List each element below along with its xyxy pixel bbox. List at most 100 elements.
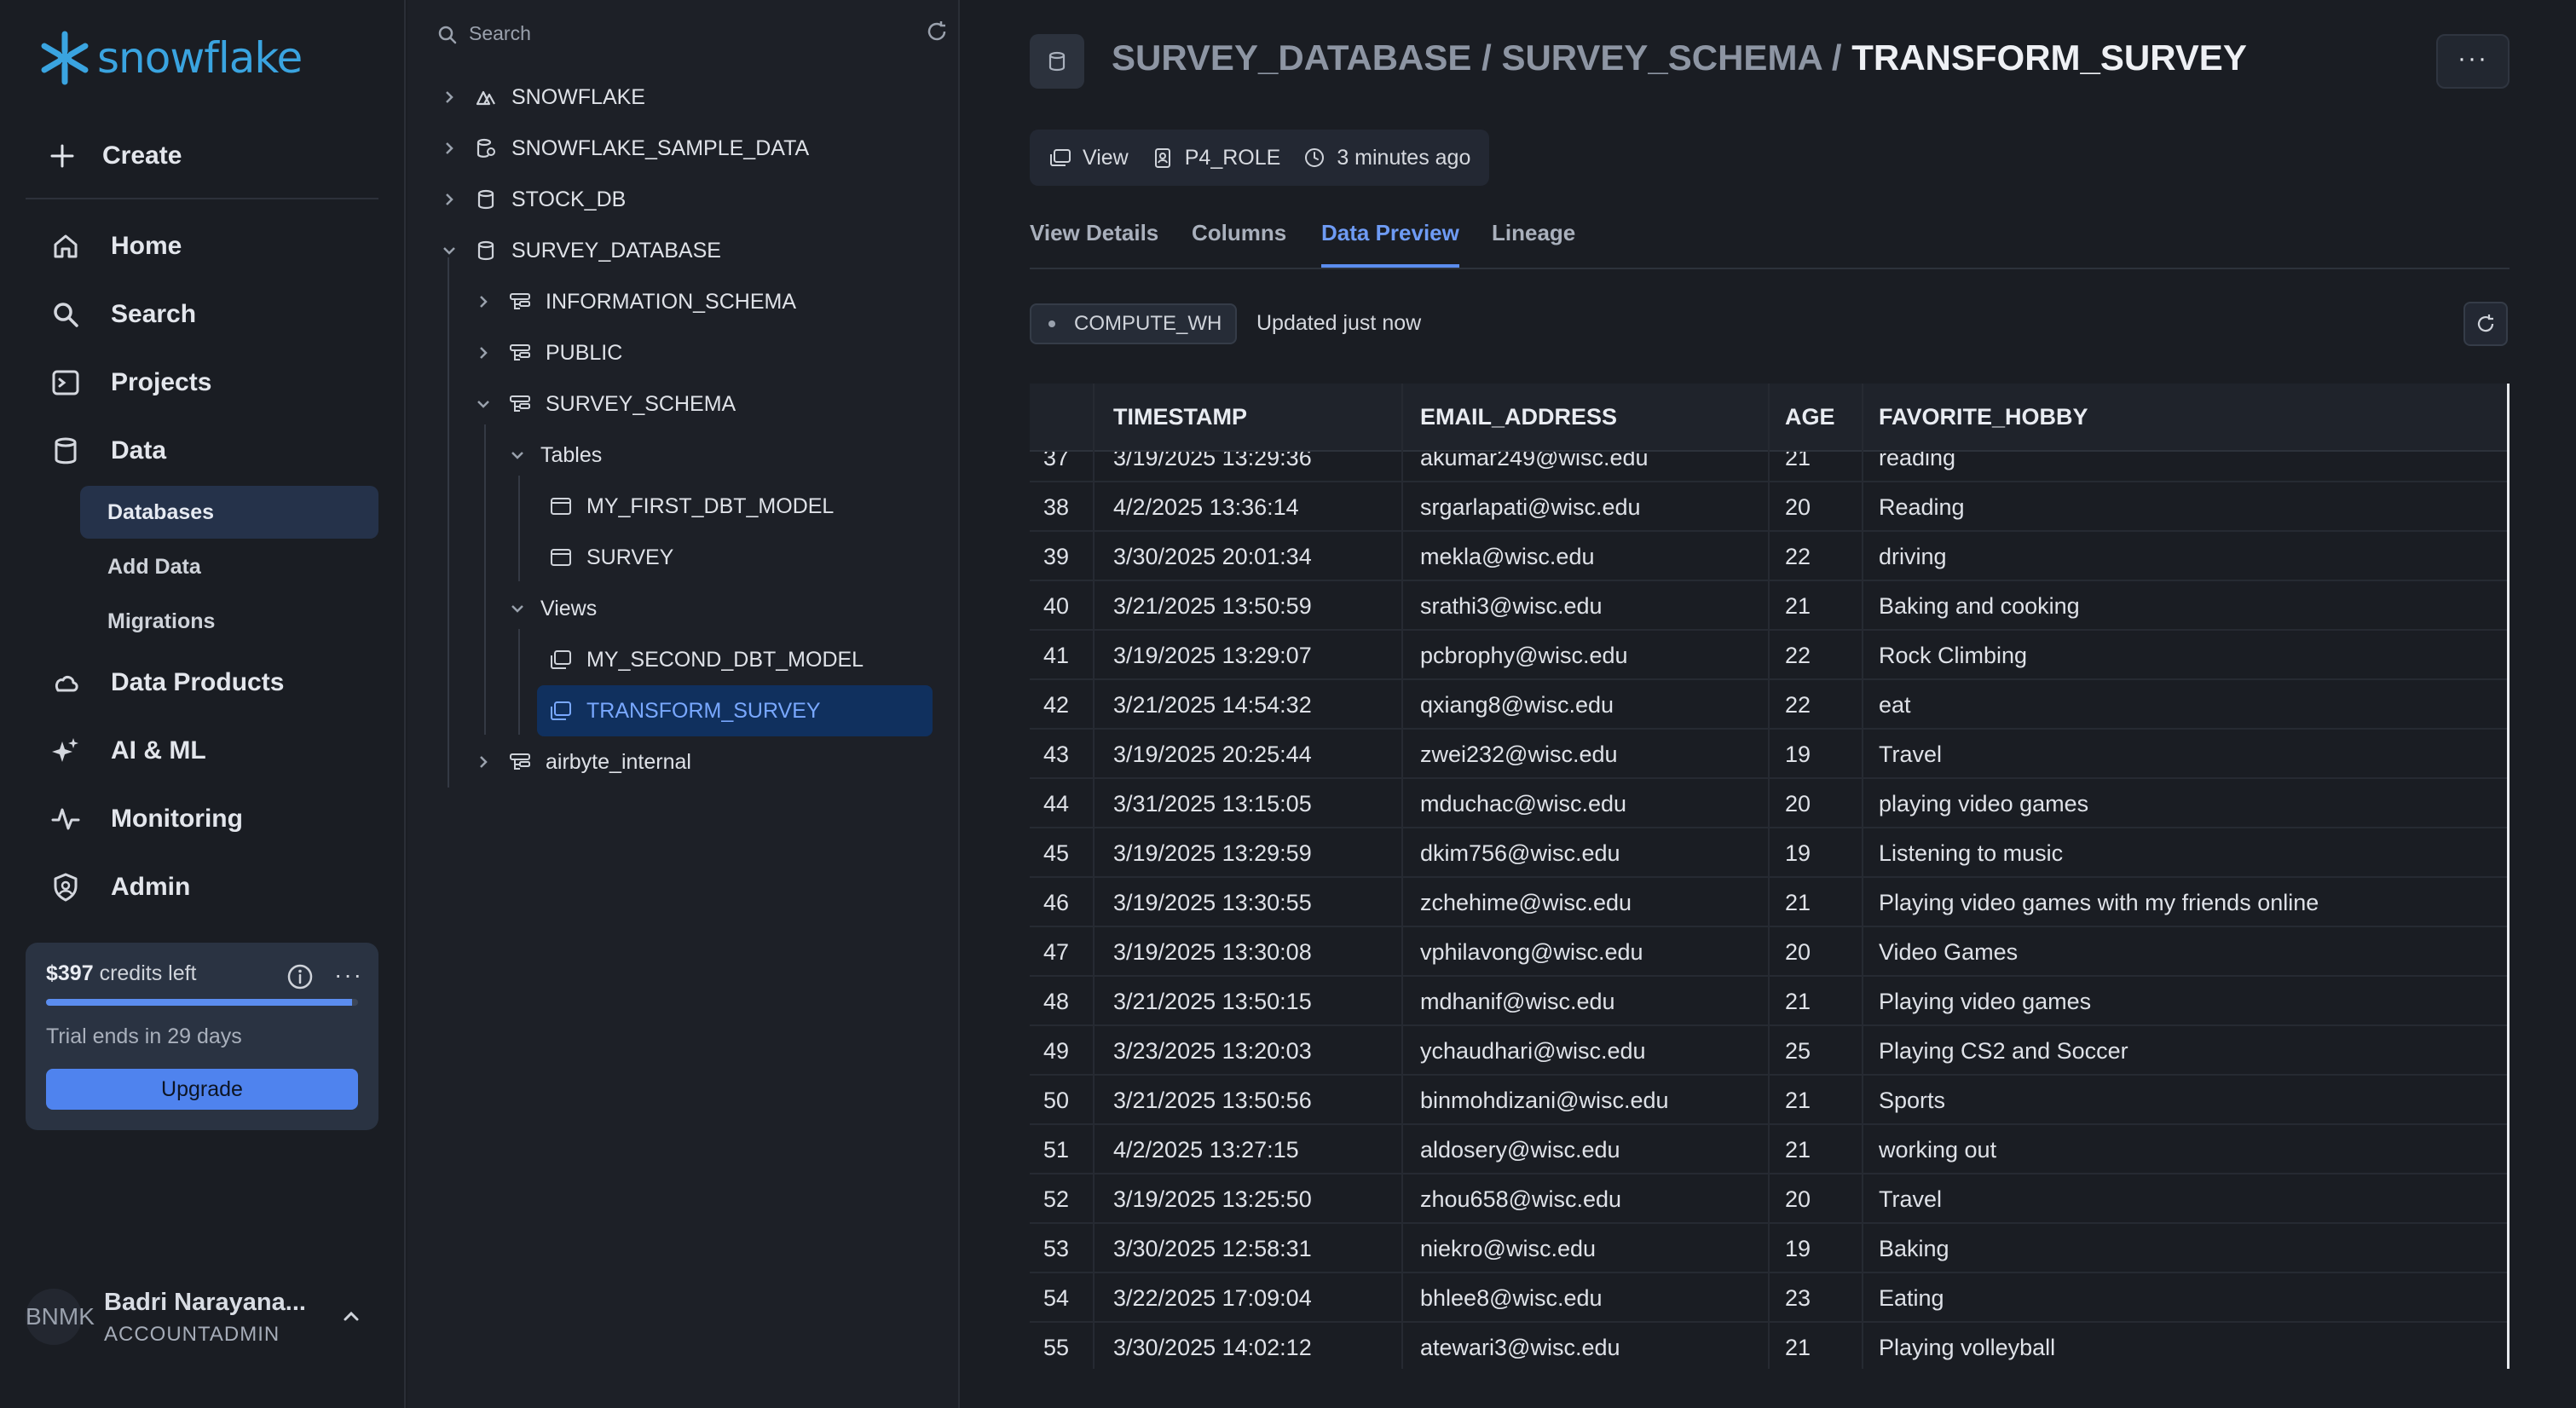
tree-node-tables[interactable]: Tables (508, 431, 602, 479)
nav-home[interactable]: Home (49, 227, 182, 266)
chevron-down-icon[interactable] (508, 602, 527, 615)
tab-lineage[interactable]: Lineage (1492, 220, 1575, 268)
tree-node-transform-survey[interactable]: TRANSFORM_SURVEY (537, 685, 933, 736)
tree-guide-line (484, 424, 486, 735)
chevron-right-icon[interactable] (440, 89, 459, 106)
cell-hobby: Travel (1879, 742, 1943, 767)
cell-email: mdhanif@wisc.edu (1420, 989, 1615, 1014)
nav-monitoring[interactable]: Monitoring (49, 799, 243, 839)
cell-hobby: Playing CS2 and Soccer (1879, 1038, 2128, 1064)
nav-search[interactable]: Search (49, 295, 196, 334)
breadcrumb-database[interactable]: SURVEY_DATABASE (1112, 38, 1471, 78)
credits-text: $397 credits left (46, 961, 197, 986)
tree-node-airbyte-internal[interactable]: airbyte_internal (474, 738, 691, 786)
object-search-placeholder: Search (469, 22, 531, 44)
cell-age: 19 (1785, 840, 1811, 866)
row-index: 49 (1043, 1038, 1070, 1064)
column-header-email[interactable]: EMAIL_ADDRESS (1420, 404, 1617, 430)
tree-node-label: SNOWFLAKE_SAMPLE_DATA (511, 136, 810, 160)
tree-node-survey-database[interactable]: SURVEY_DATABASE (440, 227, 721, 274)
nav-add-data[interactable]: Add Data (80, 540, 378, 593)
shared-database-icon (472, 136, 500, 160)
tree-guide-line (518, 476, 520, 581)
nav-projects[interactable]: Projects (49, 363, 211, 402)
tree-node-label: SURVEY (586, 545, 674, 569)
nav-databases[interactable]: Databases (80, 486, 378, 539)
cell-email: srathi3@wisc.edu (1420, 593, 1603, 619)
tree-node-information-schema[interactable]: INFORMATION_SCHEMA (474, 278, 796, 326)
snowflake-logo[interactable]: snowflake (38, 31, 303, 85)
cell-timestamp: 4/2/2025 13:27:15 (1113, 1137, 1299, 1163)
tree-node-snowflake[interactable]: SNOWFLAKE (440, 73, 645, 121)
schema-icon (506, 290, 534, 314)
cell-hobby: Travel (1879, 1186, 1943, 1212)
tree-node-survey-schema[interactable]: SURVEY_SCHEMA (474, 380, 736, 428)
chevron-down-icon[interactable] (508, 448, 527, 462)
tree-node-public[interactable]: PUBLIC (474, 329, 622, 377)
cell-hobby: Video Games (1879, 939, 2019, 965)
cell-age: 20 (1785, 939, 1811, 965)
meta-time-label: 3 minutes ago (1337, 145, 1471, 170)
upgrade-button[interactable]: Upgrade (46, 1069, 358, 1110)
row-index: 51 (1043, 1137, 1070, 1163)
chevron-right-icon[interactable] (474, 293, 493, 310)
column-header-hobby[interactable]: FAVORITE_HOBBY (1879, 404, 2088, 430)
chevron-right-icon[interactable] (474, 753, 493, 770)
object-search[interactable]: Search (436, 19, 946, 53)
user-menu[interactable]: BNMK Badri Narayana... ACCOUNTADMIN (26, 1289, 378, 1346)
tree-node-views[interactable]: Views (508, 585, 597, 632)
tree-guide-line (518, 629, 520, 735)
cell-email: zwei232@wisc.edu (1420, 742, 1618, 767)
refresh-button[interactable] (2463, 302, 2508, 346)
tab-data-preview[interactable]: Data Preview (1321, 220, 1459, 268)
breadcrumb: SURVEY_DATABASE / SURVEY_SCHEMA / TRANSF… (1112, 38, 2247, 78)
shield-user-icon (54, 873, 78, 902)
search-icon (438, 26, 457, 44)
nav-data-products[interactable]: Data Products (49, 663, 284, 702)
cell-age: 20 (1785, 494, 1811, 520)
cell-timestamp: 3/22/2025 17:09:04 (1113, 1285, 1312, 1311)
credits-more-icon[interactable]: ··· (334, 961, 363, 989)
column-divider (1768, 384, 1770, 1369)
row-index: 55 (1043, 1335, 1070, 1360)
chevron-right-icon[interactable] (474, 344, 493, 361)
create-button[interactable]: Create (49, 136, 182, 176)
chevron-down-icon[interactable] (440, 244, 459, 257)
tree-node-sample-data[interactable]: SNOWFLAKE_SAMPLE_DATA (440, 124, 809, 172)
chevron-up-icon[interactable] (339, 1304, 363, 1332)
tree-node-my-second-dbt-model[interactable]: MY_SECOND_DBT_MODEL (547, 636, 863, 684)
tree-node-my-first-dbt-model[interactable]: MY_FIRST_DBT_MODEL (547, 482, 834, 530)
more-actions-button[interactable]: ··· (2436, 34, 2510, 89)
column-header-age[interactable]: AGE (1785, 404, 1835, 430)
cell-timestamp: 3/21/2025 13:50:59 (1113, 593, 1312, 619)
tree-node-survey[interactable]: SURVEY (547, 534, 673, 581)
object-meta: View P4_ROLE 3 minutes ago (1030, 130, 1490, 186)
row-index: 44 (1043, 791, 1070, 817)
chevron-down-icon[interactable] (474, 397, 493, 411)
nav-data[interactable]: Data (49, 431, 166, 470)
tab-columns[interactable]: Columns (1192, 220, 1286, 268)
cell-timestamp: 3/21/2025 14:54:32 (1113, 692, 1312, 718)
tree-node-label: MY_SECOND_DBT_MODEL (586, 647, 864, 672)
nav-admin-label: Admin (111, 873, 191, 901)
column-header-timestamp[interactable]: TIMESTAMP (1113, 404, 1247, 430)
chevron-right-icon[interactable] (440, 140, 459, 157)
nav-migrations[interactable]: Migrations (80, 595, 378, 648)
warehouse-selector[interactable]: COMPUTE_WH (1030, 303, 1238, 344)
row-index: 50 (1043, 1088, 1070, 1113)
nav-admin[interactable]: Admin (49, 868, 190, 907)
refresh-icon[interactable] (924, 19, 950, 49)
chevron-right-icon[interactable] (440, 191, 459, 208)
breadcrumb-schema[interactable]: SURVEY_SCHEMA (1501, 38, 1822, 78)
cell-age: 21 (1785, 1335, 1811, 1360)
info-icon[interactable] (286, 963, 314, 995)
tree-guide-line (448, 257, 449, 788)
tree-node-stock-db[interactable]: STOCK_DB (440, 176, 626, 223)
cell-email: bhlee8@wisc.edu (1420, 1285, 1603, 1311)
tree-node-label: airbyte_internal (546, 749, 691, 774)
tree-node-label: Tables (540, 442, 603, 467)
tab-view-details[interactable]: View Details (1030, 220, 1158, 268)
nav-search-label: Search (111, 300, 197, 328)
cell-age: 25 (1785, 1038, 1811, 1064)
nav-ai-ml[interactable]: AI & ML (49, 731, 206, 770)
